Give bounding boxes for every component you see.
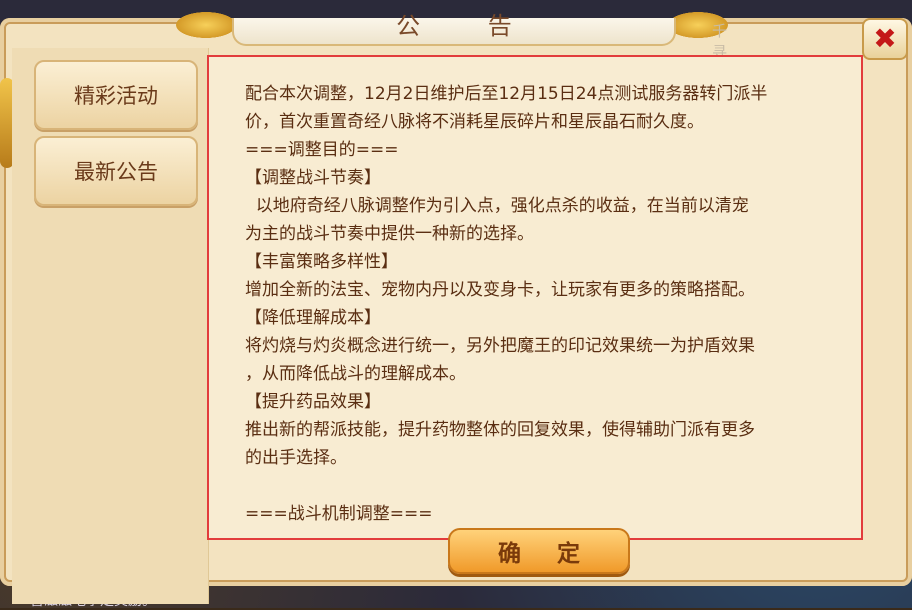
close-button[interactable]: ✖ <box>862 18 908 60</box>
notice-line: 将灼烧与灼炎概念进行统一，另外把魔王的印记效果统一为护盾效果 <box>245 336 755 356</box>
notice-line: 配合本次调整，12月2日维护后至12月15日24点测试服务器转门派半 <box>245 84 768 104</box>
notice-line: ===战斗机制调整=== <box>245 504 433 524</box>
notice-line: 推出新的帮派技能，提升药物整体的回复效果，使得辅助门派有更多 <box>245 420 755 440</box>
title-plaque: 公 告 千寻传奇 <box>232 12 727 103</box>
notice-content-panel[interactable]: 配合本次调整，12月2日维护后至12月15日24点测试服务器转门派半 价，首次重… <box>207 55 863 540</box>
sidebar-item-announcements[interactable]: 最新公告 <box>34 136 198 206</box>
notice-line: 的出手选择。 <box>245 448 347 468</box>
notice-line: 价，首次重置奇经八脉将不消耗星辰碎片和星辰晶石耐久度。 <box>245 112 704 132</box>
dialog-title: 公 告 <box>396 12 542 40</box>
sidebar-item-label: 最新公告 <box>74 160 158 184</box>
notice-line: 【提升药品效果】 <box>245 392 381 412</box>
announcement-dialog: 公 告 千寻传奇 ✖ 精彩活动 最新公告 配合本次调整，12月2日维护后至12月… <box>0 12 912 604</box>
sidebar-item-events[interactable]: 精彩活动 <box>34 60 198 130</box>
confirm-button[interactable]: 确 定 <box>448 528 630 574</box>
notice-line: 增加全新的法宝、宠物内丹以及变身卡，让玩家有更多的策略搭配。 <box>245 280 755 300</box>
close-icon: ✖ <box>873 22 897 55</box>
notice-line: ，从而降低战斗的理解成本。 <box>245 364 466 384</box>
notice-line: ===调整目的=== <box>245 140 399 160</box>
notice-line: 为主的战斗节奏中提供一种新的选择。 <box>245 224 534 244</box>
sidebar-item-label: 精彩活动 <box>74 84 158 108</box>
notice-line: 【调整战斗节奏】 <box>245 168 381 188</box>
notice-line: 【丰富策略多样性】 <box>245 252 398 272</box>
sidebar: 精彩活动 最新公告 <box>12 48 209 604</box>
cloud-ornament-left <box>176 12 236 38</box>
notice-line: 以地府奇经八脉调整作为引入点，强化点杀的收益，在当前以清宠 <box>245 196 749 216</box>
notice-line: 【降低理解成本】 <box>245 308 381 328</box>
